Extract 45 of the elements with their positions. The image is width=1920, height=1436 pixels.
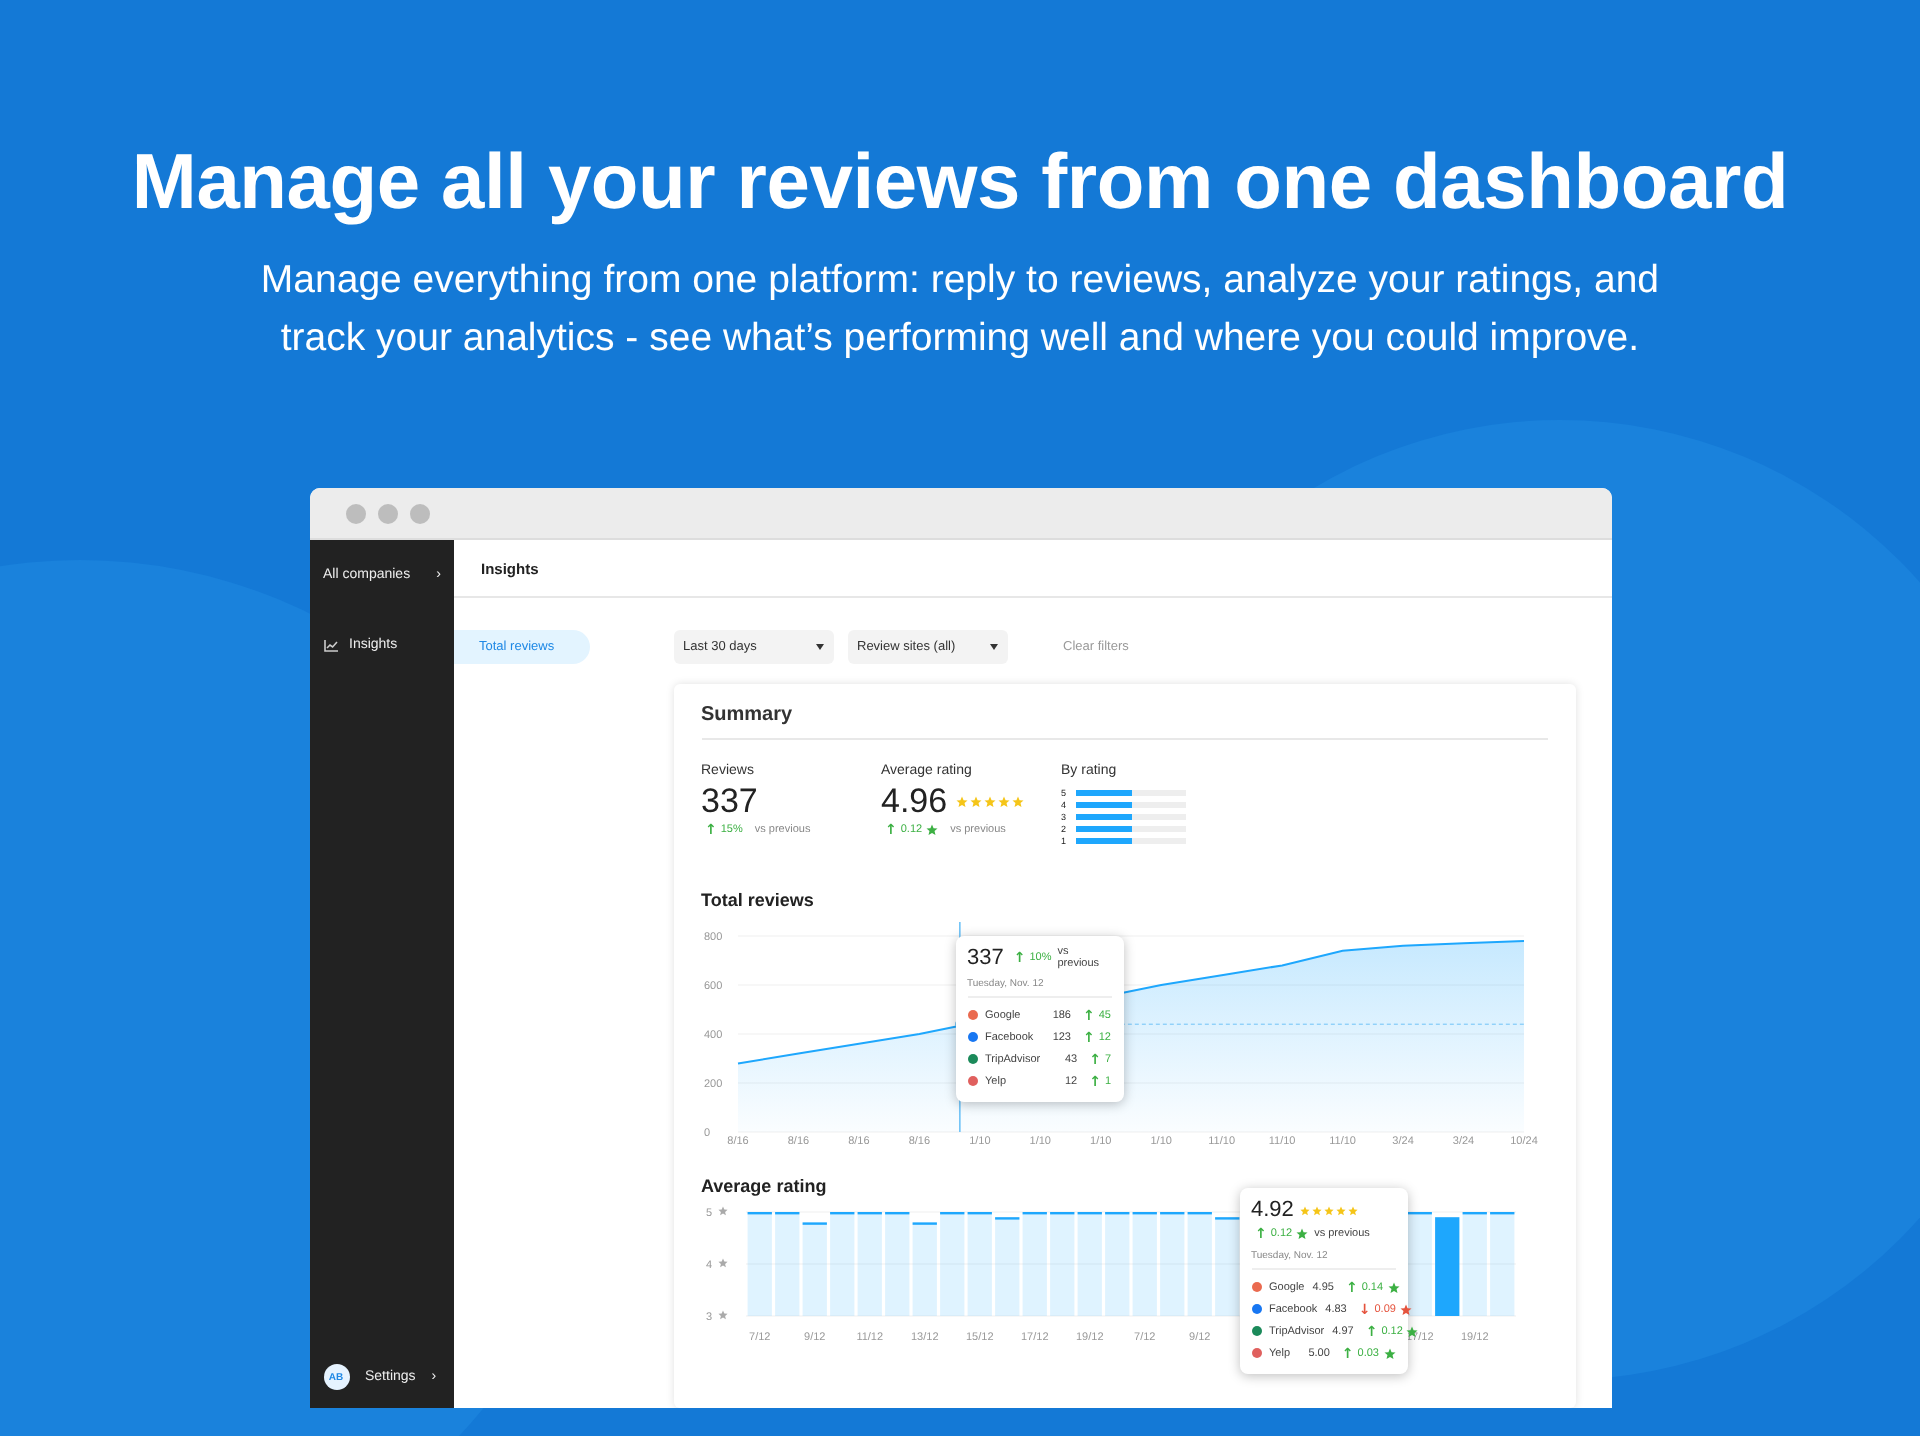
bar [746,1212,771,1316]
bar [1131,1212,1156,1316]
bar [1076,1212,1101,1316]
window-control-dot [345,503,365,523]
bar [856,1212,881,1316]
bar [911,1222,936,1316]
bar [1489,1212,1514,1316]
bar [884,1212,909,1316]
headline: Manage all your reviews from one dashboard [131,140,1789,228]
tooltip-value: 337 [967,946,1004,970]
bar [1186,1212,1211,1316]
bar [1049,1212,1074,1316]
star-icon [1387,1281,1400,1293]
section-title: Average rating [701,1176,829,1196]
bar [1461,1212,1486,1316]
bar [1214,1217,1239,1316]
bar [801,1222,826,1316]
star-icon [717,1206,727,1216]
star-icon [717,1258,727,1268]
caret-icon [815,644,823,650]
window-control-dot [377,503,397,523]
bar [966,1212,991,1316]
star-icon [1296,1228,1309,1240]
bar [1104,1212,1129,1316]
section-title: Summary [701,704,1547,740]
bar [1406,1212,1431,1316]
subheadline: Manage everything from one platform: reply to reviews, analyze your ratings, and track your analytics - see what’s performing well and where you could improve. [258,256,1662,364]
bar [1159,1212,1184,1316]
bar [829,1212,854,1316]
bar [774,1212,799,1316]
stat-value: 4.96 [881,782,948,822]
window-control-dot [409,503,429,523]
bar [939,1212,964,1316]
caret-icon [989,644,997,650]
star-icon [926,824,939,836]
section-title: Total reviews [701,890,816,910]
bar [1021,1212,1046,1316]
tooltip-value: 4.92 [1251,1198,1294,1222]
stat-value: 337 [701,782,758,822]
chart-icon [323,639,337,651]
star-icon [1399,1303,1412,1315]
star-icon [1383,1347,1395,1359]
bar [994,1217,1019,1316]
star-icon [717,1310,727,1320]
bar [1434,1217,1459,1316]
